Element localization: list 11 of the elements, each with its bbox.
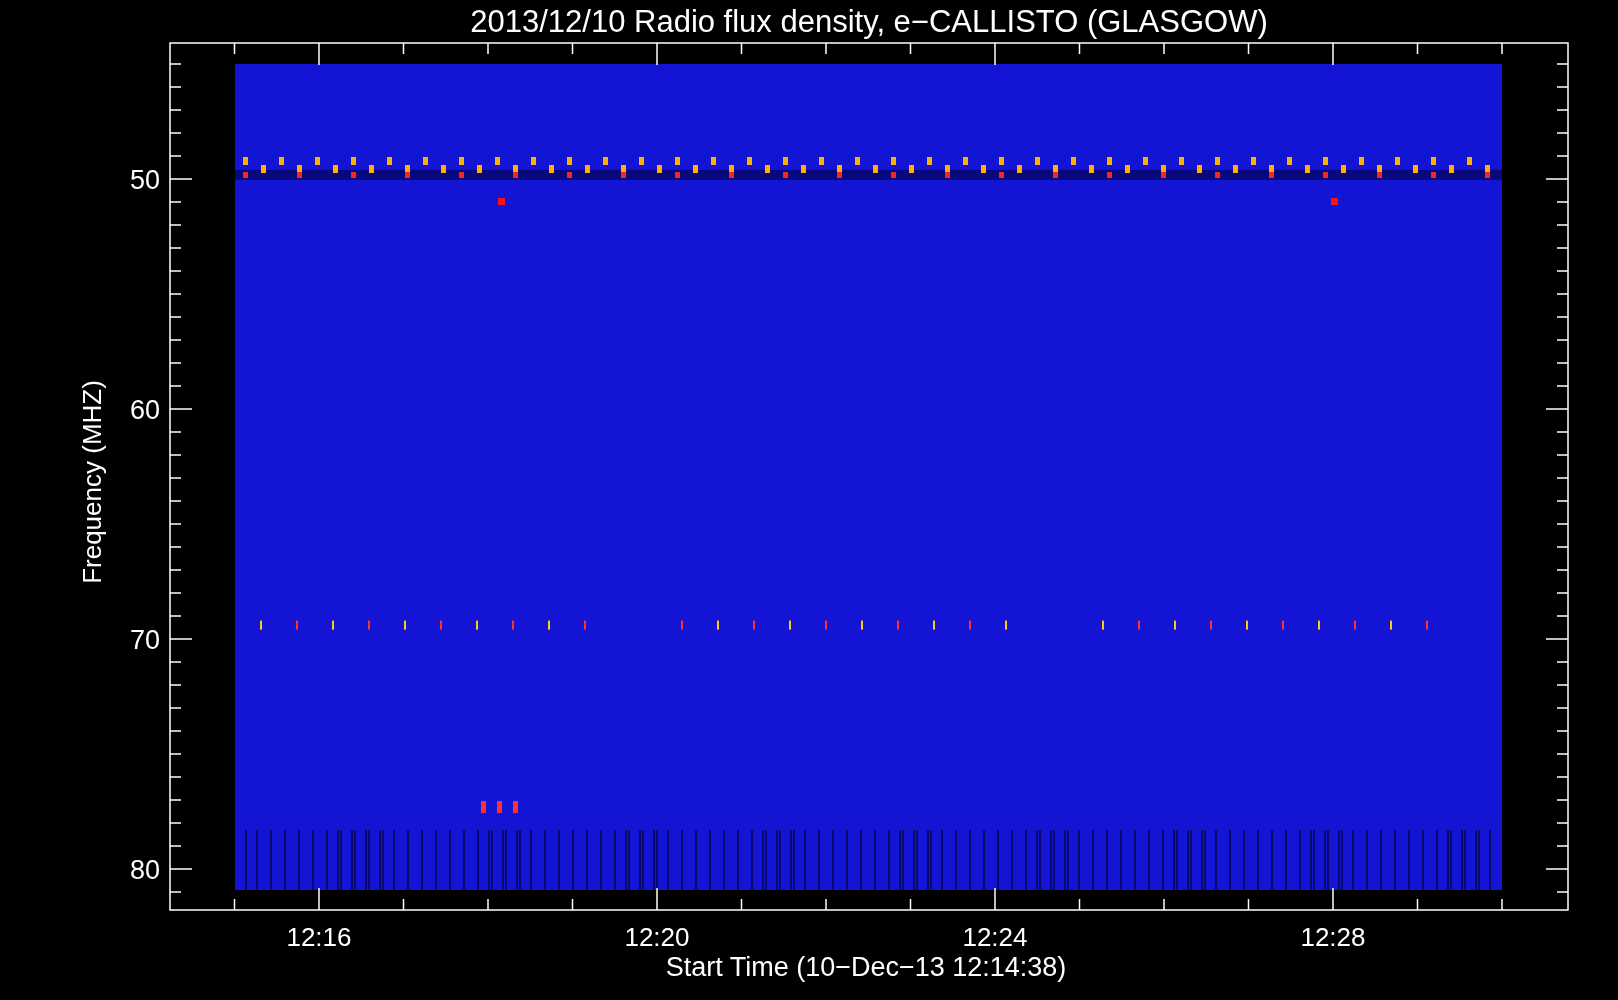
tick-label: 80 [129,855,160,885]
axis-label: Start Time (10−Dec−13 12:14:38) [665,952,1067,982]
axis-label: Frequency (MHZ) [77,380,107,584]
tick-label: 12:16 [286,922,352,952]
tick-label: 50 [129,165,160,195]
tick-label: 12:28 [1300,922,1366,952]
chart-title: 2013/12/10 Radio flux density, e−CALLISTO (GLASGOW) [470,4,1268,39]
tick-label: 60 [129,395,160,425]
tick-label: 12:24 [962,922,1028,952]
tick-label: 70 [129,625,160,655]
tick-label: 12:20 [624,922,690,952]
